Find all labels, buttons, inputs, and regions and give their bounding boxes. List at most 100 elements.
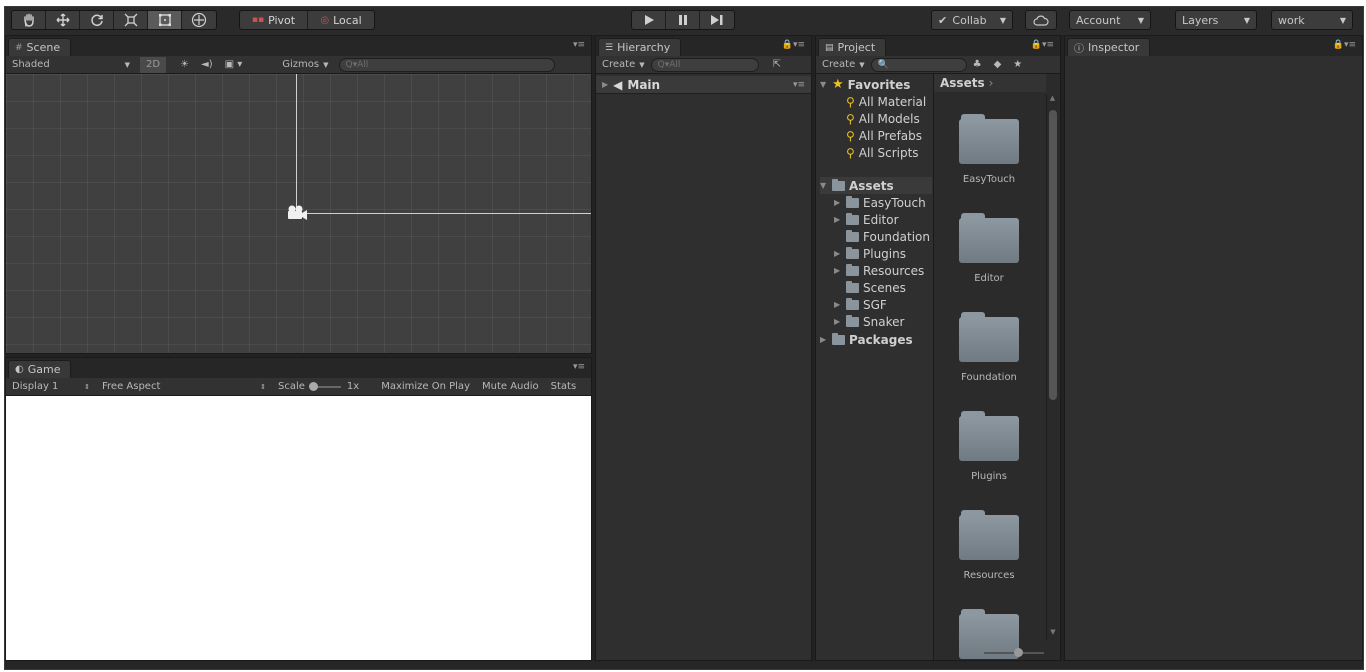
expand-arrow-icon[interactable]: ▶ bbox=[834, 249, 842, 258]
camera-gizmo-icon[interactable] bbox=[285, 204, 309, 222]
tab-game-label: Game bbox=[27, 363, 61, 376]
scale-tool-icon[interactable] bbox=[114, 11, 148, 29]
scrollbar-thumb[interactable] bbox=[1049, 110, 1057, 400]
step-button[interactable] bbox=[700, 11, 734, 29]
scroll-up-icon[interactable]: ▲ bbox=[1047, 94, 1058, 106]
hierarchy-create-dropdown[interactable]: Create ▼ bbox=[596, 57, 651, 73]
lock-menu-icon[interactable]: 🔒▾≡ bbox=[782, 40, 805, 50]
tab-hierarchy[interactable]: ☰ Hierarchy bbox=[598, 38, 682, 56]
scroll-down-icon[interactable]: ▼ bbox=[1047, 628, 1059, 640]
scene-viewport[interactable] bbox=[6, 74, 591, 353]
hierarchy-search-input[interactable]: Q▾All bbox=[650, 57, 759, 72]
folder-icon bbox=[846, 195, 859, 208]
scene-menu-icon[interactable]: ▾≡ bbox=[793, 80, 805, 90]
collapse-arrow-icon[interactable]: ▼ bbox=[820, 80, 828, 89]
asset-folder-item[interactable]: Scenes bbox=[834, 279, 906, 296]
icon-size-slider[interactable] bbox=[984, 648, 1044, 657]
project-search-input[interactable]: 🔍 bbox=[870, 57, 967, 72]
lighting-toggle[interactable]: ☀ bbox=[174, 57, 195, 73]
packages-header[interactable]: ▶ Packages bbox=[820, 331, 913, 348]
tab-project[interactable]: ▤ Project bbox=[818, 38, 887, 56]
layers-dropdown[interactable]: Layers ▼ bbox=[1175, 10, 1257, 30]
scale-slider-track[interactable] bbox=[308, 381, 341, 391]
account-dropdown[interactable]: Account ▼ bbox=[1069, 10, 1151, 30]
list-icon: ☰ bbox=[605, 42, 614, 53]
expand-arrow-icon[interactable]: ▶ bbox=[834, 198, 842, 207]
tab-game[interactable]: ◐ Game bbox=[8, 360, 72, 378]
collapse-arrow-icon[interactable]: ▼ bbox=[820, 181, 828, 190]
cloud-button[interactable] bbox=[1025, 10, 1057, 30]
scale-slider[interactable]: Scale 1x bbox=[272, 379, 365, 395]
expand-arrow-icon[interactable]: ▶ bbox=[602, 80, 608, 89]
asset-folder-item[interactable]: ▶ Plugins bbox=[834, 245, 906, 262]
pause-icon bbox=[678, 15, 687, 25]
tab-inspector[interactable]: ⓘ Inspector bbox=[1067, 38, 1151, 56]
rect-tool-icon[interactable] bbox=[148, 11, 182, 29]
info-icon: ⓘ bbox=[1074, 44, 1084, 55]
move-tool-icon[interactable] bbox=[46, 11, 80, 29]
asset-folder-item[interactable]: ▶ Resources bbox=[834, 262, 924, 279]
folder-icon[interactable] bbox=[959, 510, 1019, 560]
transform-tool-icon[interactable] bbox=[182, 11, 216, 29]
collab-dropdown[interactable]: ✔ Collab ▼ bbox=[931, 10, 1013, 30]
favorite-item[interactable]: ⚲ All Scripts bbox=[846, 144, 919, 161]
lock-menu-icon[interactable]: 🔒▾≡ bbox=[1333, 40, 1356, 50]
expand-arrow-icon[interactable]: ▶ bbox=[834, 317, 842, 326]
local-toggle[interactable]: ◎ Local bbox=[308, 11, 374, 29]
filter-label-button[interactable]: ◆ bbox=[988, 57, 1008, 73]
project-create-dropdown[interactable]: Create ▼ bbox=[816, 57, 871, 73]
shading-mode-dropdown[interactable]: Shaded ▼ bbox=[6, 57, 136, 73]
maximize-on-play-toggle[interactable]: Maximize On Play bbox=[375, 379, 476, 395]
pause-button[interactable] bbox=[666, 11, 700, 29]
save-search-button[interactable]: ★ bbox=[1007, 57, 1028, 73]
audio-toggle[interactable]: ◄) bbox=[195, 57, 219, 73]
play-button[interactable] bbox=[632, 11, 666, 29]
game-viewport[interactable] bbox=[6, 396, 591, 660]
slider-thumb[interactable] bbox=[308, 381, 318, 391]
panel-menu-icon[interactable]: ▾≡ bbox=[573, 40, 585, 50]
favorite-item[interactable]: ⚲ All Material bbox=[846, 93, 926, 110]
pivot-local-group: ▪▪ Pivot ◎ Local bbox=[239, 10, 375, 30]
layout-dropdown[interactable]: work ▼ bbox=[1271, 10, 1353, 30]
expand-arrow-icon[interactable]: ▶ bbox=[820, 335, 828, 344]
panel-menu-icon[interactable]: ▾≡ bbox=[573, 362, 585, 372]
hand-tool-icon[interactable] bbox=[12, 11, 46, 29]
favorite-item[interactable]: ⚲ All Models bbox=[846, 110, 920, 127]
stats-toggle[interactable]: Stats bbox=[545, 379, 583, 395]
scene-search-input[interactable]: Q▾All bbox=[338, 57, 555, 72]
expand-arrow-icon[interactable]: ▶ bbox=[834, 266, 842, 275]
favorites-header[interactable]: ▼ ★ Favorites bbox=[820, 76, 910, 93]
assets-tree-header[interactable]: ▼ Assets bbox=[820, 177, 932, 194]
folder-icon[interactable] bbox=[959, 312, 1019, 362]
asset-folder-item[interactable]: ▶ Editor bbox=[834, 211, 899, 228]
display-dropdown[interactable]: Display 1 ⇕ bbox=[6, 379, 96, 395]
chevron-down-icon: ▼ bbox=[1339, 15, 1346, 25]
2d-toggle[interactable]: 2D bbox=[140, 56, 167, 73]
hierarchy-scene-row[interactable]: ▶ ◀ Main ▾≡ bbox=[596, 76, 811, 94]
asset-folder-item[interactable]: ▶ Snaker bbox=[834, 313, 904, 330]
filter-type-button[interactable]: ♣ bbox=[967, 57, 988, 73]
asset-breadcrumb[interactable]: Assets › bbox=[934, 74, 1046, 92]
slider-thumb[interactable] bbox=[1014, 648, 1023, 657]
asset-folder-item[interactable]: ▶ EasyTouch bbox=[834, 194, 926, 211]
gizmos-dropdown[interactable]: Gizmos ▼ bbox=[276, 57, 334, 73]
search-icon: ⚲ bbox=[846, 94, 855, 109]
favorite-item[interactable]: ⚲ All Prefabs bbox=[846, 127, 922, 144]
rotate-tool-icon[interactable] bbox=[80, 11, 114, 29]
grid-scrollbar[interactable]: ▲ ▼ bbox=[1046, 94, 1058, 640]
effects-dropdown[interactable]: ▣ ▾ bbox=[219, 57, 249, 73]
pivot-toggle[interactable]: ▪▪ Pivot bbox=[240, 11, 308, 29]
expand-arrow-icon[interactable]: ▶ bbox=[834, 300, 842, 309]
tab-scene[interactable]: # Scene bbox=[8, 38, 72, 56]
lock-menu-icon[interactable]: 🔒▾≡ bbox=[1031, 40, 1054, 50]
asset-folder-item[interactable]: ▶ SGF bbox=[834, 296, 887, 313]
folder-icon[interactable] bbox=[959, 213, 1019, 263]
mute-audio-toggle[interactable]: Mute Audio bbox=[476, 379, 545, 395]
filter-icon: ⇱ bbox=[772, 59, 782, 70]
aspect-dropdown[interactable]: Free Aspect ⇕ bbox=[96, 379, 272, 395]
asset-folder-item[interactable]: Foundation bbox=[834, 228, 930, 245]
hierarchy-filter-button[interactable]: ⇱ bbox=[767, 57, 787, 73]
folder-icon[interactable] bbox=[959, 114, 1019, 164]
folder-icon[interactable] bbox=[959, 411, 1019, 461]
expand-arrow-icon[interactable]: ▶ bbox=[834, 215, 842, 224]
